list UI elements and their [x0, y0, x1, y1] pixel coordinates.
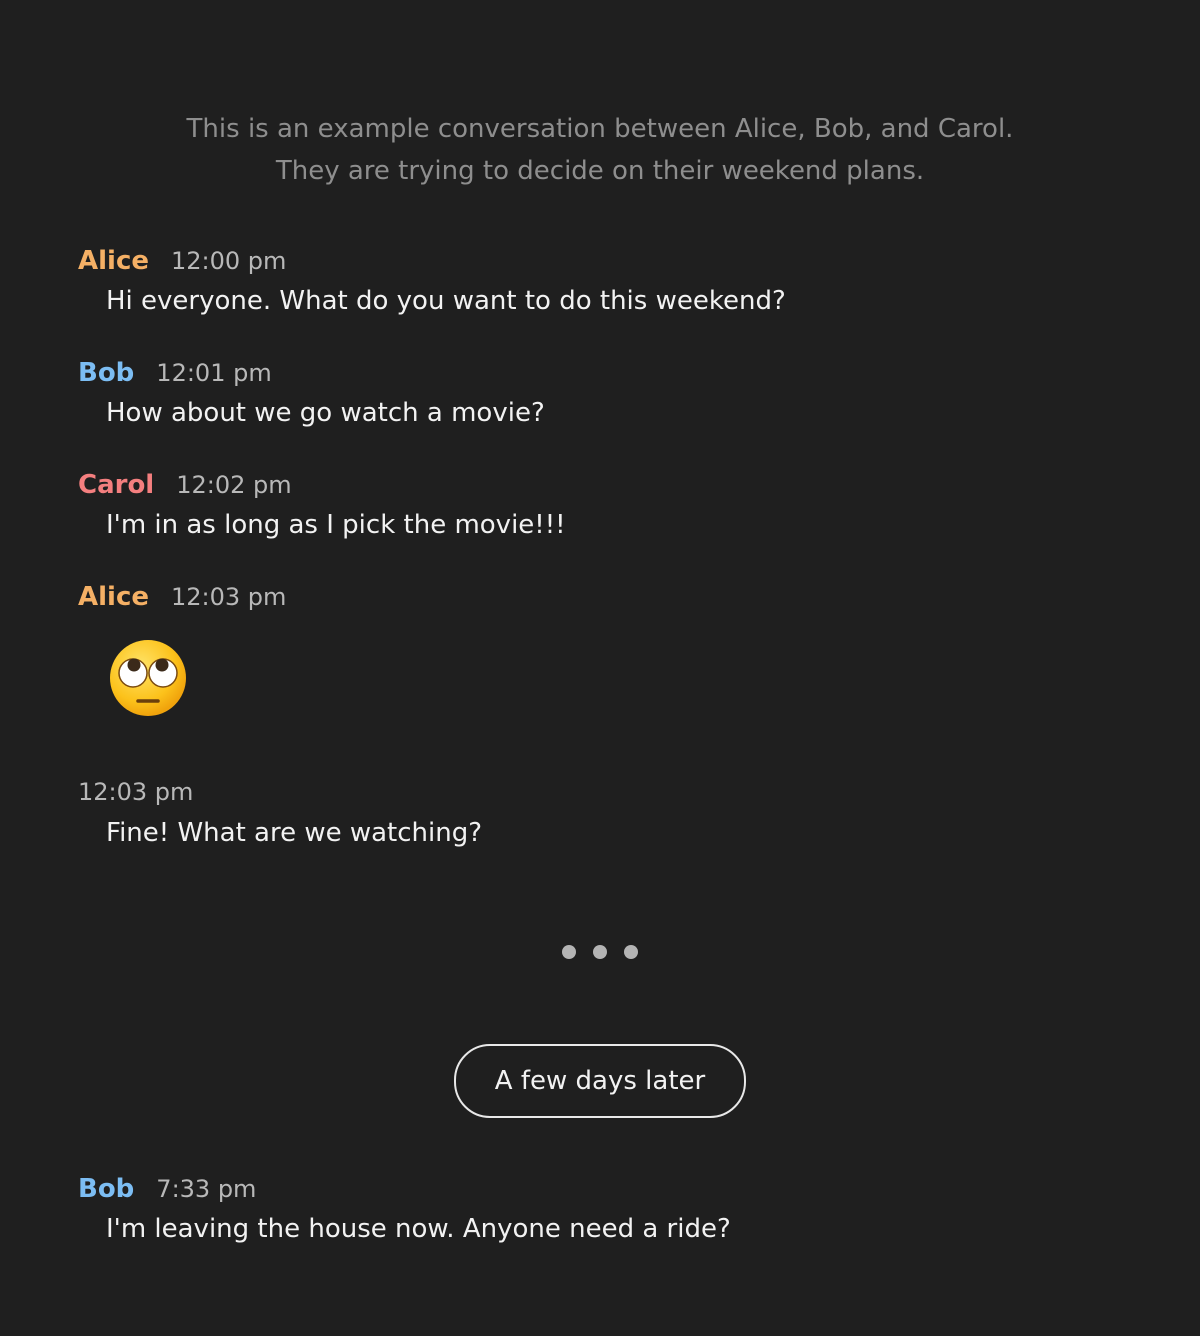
message-item: Bob 12:01 pm How about we go watch a mov… [78, 358, 545, 430]
sender-name[interactable]: Bob [78, 358, 134, 388]
message-header: Alice 12:03 pm [78, 582, 286, 616]
message-item: Carol 12:02 pm I'm in as long as I pick … [78, 470, 566, 542]
message-item: Alice 12:00 pm Hi everyone. What do you … [78, 246, 786, 318]
dot [593, 945, 607, 959]
dot [624, 945, 638, 959]
message-text: Fine! What are we watching? [106, 818, 483, 848]
intro-line-1: This is an example conversation between … [186, 114, 1014, 144]
message-item: Bob 7:33 pm I'm leaving the house now. A… [78, 1174, 731, 1246]
message-timestamp: 12:02 pm [176, 471, 292, 499]
message-text: I'm leaving the house now. Anyone need a… [106, 1214, 731, 1244]
ellipsis-dots-icon [562, 945, 638, 959]
message-header: Alice 12:00 pm [78, 246, 786, 280]
message-timestamp: 12:01 pm [156, 359, 272, 387]
message-header: Carol 12:02 pm [78, 470, 566, 504]
message-item: 12:03 pm Fine! What are we watching? [78, 778, 482, 850]
message-header: Bob 7:33 pm [78, 1174, 731, 1208]
message-timestamp: 7:33 pm [156, 1175, 257, 1203]
message-header: Bob 12:01 pm [78, 358, 545, 392]
sender-name[interactable]: Carol [78, 470, 154, 500]
message-timestamp: 12:03 pm [171, 583, 287, 611]
message-text: How about we go watch a movie? [106, 398, 545, 428]
intro-line-2: They are trying to decide on their weeke… [275, 156, 925, 186]
message-header: 12:03 pm [78, 778, 482, 812]
message-item: Alice 12:03 pm [78, 582, 286, 718]
sender-name[interactable]: Alice [78, 246, 149, 276]
sender-name[interactable]: Bob [78, 1174, 134, 1204]
face-with-rolling-eyes-icon [108, 638, 188, 718]
chat-page: This is an example conversation between … [0, 0, 1200, 1336]
message-timestamp: 12:00 pm [171, 247, 287, 275]
dot [562, 945, 576, 959]
message-timestamp: 12:03 pm [78, 778, 194, 806]
sender-name[interactable]: Alice [78, 582, 149, 612]
message-text: Hi everyone. What do you want to do this… [106, 286, 786, 316]
conversation-intro: This is an example conversation between … [0, 108, 1200, 192]
message-text: I'm in as long as I pick the movie!!! [106, 510, 566, 540]
time-divider-pill: A few days later [454, 1044, 746, 1118]
